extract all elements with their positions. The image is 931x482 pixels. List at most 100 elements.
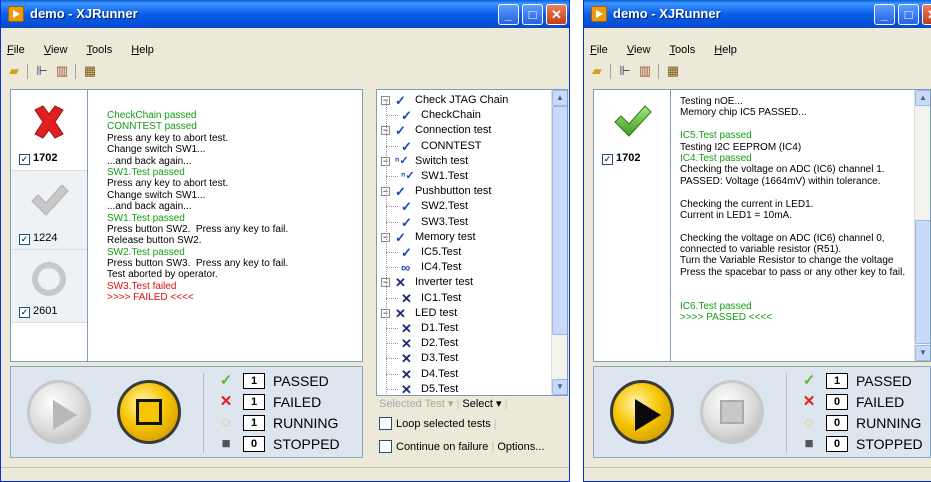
scroll-thumb[interactable] [915,220,930,344]
tree-group[interactable]: − ✕ LED test [377,306,552,321]
maximize-button[interactable]: □ [898,4,919,25]
open-folder-icon[interactable]: ▰ [5,62,23,80]
properties-icon[interactable]: ▦ [664,62,682,80]
test-log[interactable]: Testing nOE... Memory chip IC5 PASSED... I… [680,96,910,361]
tree-item[interactable]: ✓ IC5.Test [377,245,552,260]
tree-label: Pushbutton test [415,185,492,198]
tree-item[interactable]: ✕ IC1.Test [377,291,552,306]
title-bar[interactable]: demo - XJRunner _ □ ✕ [1,0,569,28]
minimize-button[interactable]: _ [498,4,519,25]
stop-button[interactable] [700,380,764,444]
options-link[interactable]: Options... [497,441,544,453]
status-label: FAILED [856,394,905,410]
menu-tools[interactable]: Tools [87,44,113,56]
tree-label: Connection test [415,124,492,137]
tree-icon[interactable]: ⊩ [616,62,634,80]
play-icon [53,400,77,430]
tree-item[interactable]: ✓ CONNTEST [377,139,552,154]
properties-icon[interactable]: ▦ [81,62,99,80]
tree-item[interactable]: ✕ D1.Test [377,321,552,336]
board-item-1702[interactable]: ✓ 1702 [594,90,670,171]
checkbox-icon[interactable]: ✓ [19,154,30,165]
x-icon: ✕ [219,393,233,410]
scroll-up-icon[interactable]: ▲ [915,90,930,106]
tree-item[interactable]: ✓ SW2.Test [377,199,552,214]
tree-item[interactable]: ✕ D2.Test [377,336,552,351]
log-scrollbar[interactable]: ▲ ▼ [914,90,930,361]
status-count: 0 [826,436,848,452]
tree-group[interactable]: − ✓ Memory test [377,230,552,245]
loop-option[interactable]: Loop selected tests | [379,417,497,430]
menu-tools[interactable]: Tools [670,44,696,56]
tree-group[interactable]: − ✓ Connection test [377,123,552,138]
scroll-up-icon[interactable]: ▲ [552,90,567,106]
scroll-down-icon[interactable]: ▼ [552,379,567,395]
log-line: Current in LED1 = 10mA. [680,209,792,221]
menu-view[interactable]: View [627,44,651,56]
status-row-failed: ✕ 1 FAILED [217,392,357,412]
menu-view[interactable]: View [44,44,68,56]
pass-check-icon: ✓ [395,229,406,245]
test-log[interactable]: CheckChain passed CONNTEST passed Press an… [107,110,358,361]
book-icon[interactable]: ▥ [636,62,654,80]
tree-item[interactable]: ✓ CheckChain [377,108,552,123]
tree-item[interactable]: ✕ D3.Test [377,351,552,366]
tree-group[interactable]: − ⁿ✓ Switch test [377,154,552,169]
board-item-1224[interactable]: ✓ 1224 [11,171,87,250]
tree-scrollbar[interactable]: ▲ ▼ [551,90,567,395]
tree-item[interactable]: ✓ SW3.Test [377,215,552,230]
select-dropdown[interactable]: Select ▾ [462,398,501,410]
menu-file[interactable]: File [7,44,25,56]
tree-group[interactable]: − ✕ Inverter test [377,275,552,290]
tree-group[interactable]: − ✓ Pushbutton test [377,184,552,199]
selected-test-dropdown[interactable]: Selected Test ▾ [379,398,453,410]
tree-item[interactable]: ∞ IC4.Test [377,260,552,275]
minimize-button[interactable]: _ [874,4,895,25]
book-icon[interactable]: ▥ [53,62,71,80]
scroll-thumb[interactable] [552,106,567,335]
menu-help[interactable]: Help [131,44,154,56]
checkbox-icon[interactable]: ✓ [19,234,30,245]
scroll-down-icon[interactable]: ▼ [915,345,930,361]
window-title: demo - XJRunner [613,6,721,21]
tree-label: CONNTEST [421,139,482,152]
x-icon: ✕ [802,393,816,410]
tree-group[interactable]: − ✓ Check JTAG Chain [377,93,552,108]
log-line: SW1.Test passed [107,166,185,178]
tree-item[interactable]: ⁿ✓ SW1.Test [377,169,552,184]
menu-help[interactable]: Help [714,44,737,56]
tree-item[interactable]: ✕ D4.Test [377,367,552,382]
tree-item[interactable]: ✕ D5.Test [377,382,552,395]
board-item-2601[interactable]: ✓ 2601 [11,250,87,323]
xjrunner-window-left: demo - XJRunner _ □ ✕ File View Tools He… [0,0,570,482]
run-button[interactable] [27,380,91,444]
loop-checkbox[interactable] [379,417,392,430]
log-line: SW1.Test passed [107,212,185,224]
log-line: >>>> FAILED <<<< [107,292,194,304]
pass-check-icon: ✓ [401,245,412,260]
tree-icon[interactable]: ⊩ [33,62,51,80]
log-line: Release button SW2. [107,235,202,247]
tree-label: Check JTAG Chain [415,94,509,106]
log-line: Testing nOE... [680,96,743,107]
menu-file[interactable]: File [590,44,608,56]
maximize-button[interactable]: □ [522,4,543,25]
board-item-1702[interactable]: ✓ 1702 [11,90,87,171]
tree-label: SW1.Test [421,170,469,182]
stop-button[interactable] [117,380,181,444]
open-folder-icon[interactable]: ▰ [588,62,606,80]
continue-checkbox[interactable] [379,440,392,453]
checkbox-icon[interactable]: ✓ [19,307,30,318]
menu-bar: File View Tools Help [584,28,931,60]
close-button[interactable]: ✕ [546,4,567,25]
run-button[interactable] [610,380,674,444]
checkbox-icon[interactable]: ✓ [602,154,613,165]
test-tree[interactable]: − ✓ Check JTAG Chain ✓ CheckChain − ✓ Connectio… [376,89,568,396]
fail-x-icon: ✕ [395,305,406,321]
close-button[interactable]: ✕ [922,4,931,25]
title-bar[interactable]: demo - XJRunner _ □ ✕ [584,0,931,28]
board-label: 1702 [33,152,58,164]
continue-option[interactable]: Continue on failure | Options... [379,440,544,453]
status-row-running: ◌ 0 RUNNING [800,413,931,433]
